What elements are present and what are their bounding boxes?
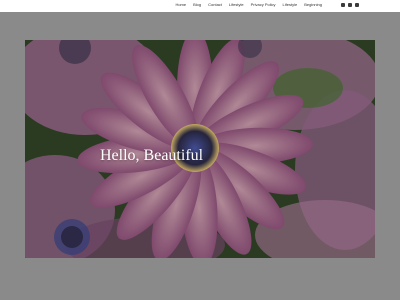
main-nav: Home Blog Contact Lifestyle Privacy Poli…: [175, 2, 322, 8]
nav-link-lifestyle-2[interactable]: Lifestyle: [283, 2, 298, 8]
nav-link-privacy-policy[interactable]: Privacy Policy: [251, 2, 276, 8]
facebook-icon[interactable]: [341, 3, 345, 7]
nav-link-home[interactable]: Home: [175, 2, 186, 8]
nav-link-contact[interactable]: Contact: [208, 2, 222, 8]
instagram-icon[interactable]: [348, 3, 352, 7]
hero-title: Hello, Beautiful: [100, 147, 204, 164]
nav-link-blog[interactable]: Blog: [193, 2, 201, 8]
social-icons: [341, 3, 359, 7]
hero-banner: Hello, Beautiful: [25, 40, 375, 258]
nav-link-beginning[interactable]: Beginning: [304, 2, 322, 8]
nav-link-lifestyle[interactable]: Lifestyle: [229, 2, 244, 8]
youtube-icon[interactable]: [355, 3, 359, 7]
top-nav-bar: Home Blog Contact Lifestyle Privacy Poli…: [0, 0, 400, 12]
